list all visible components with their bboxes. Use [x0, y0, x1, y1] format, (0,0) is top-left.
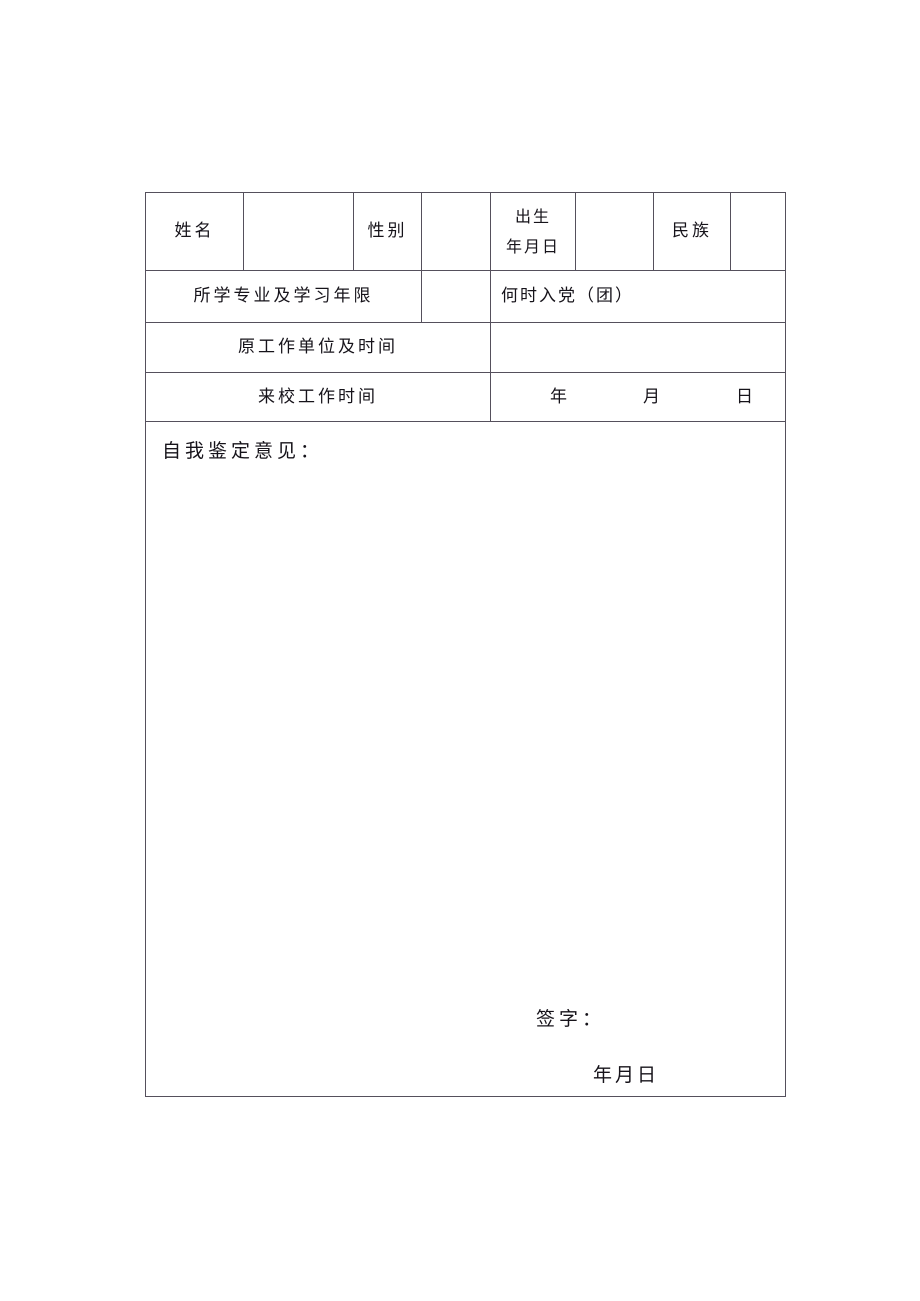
cell-name-label: 姓名 — [145, 192, 244, 271]
self-evaluation-form-table: 姓名 性别 出生 年月日 民族 所学专业及学习年限 何时入党（团） 原工作单位及… — [145, 192, 786, 1097]
table-row-identity: 姓名 性别 出生 年月日 民族 — [145, 192, 786, 271]
field-major-value[interactable] — [421, 270, 491, 323]
field-start-date-value[interactable]: 年 月 日 — [490, 372, 786, 422]
document-page: 姓名 性别 出生 年月日 民族 所学专业及学习年限 何时入党（团） 原工作单位及… — [0, 0, 920, 1301]
field-name-value[interactable] — [243, 192, 354, 271]
label-ethnicity: 民族 — [672, 221, 712, 242]
date-token-year: 年 — [550, 386, 569, 407]
field-birthdate-value[interactable] — [575, 192, 654, 271]
self-evaluation-memo-area[interactable]: 自我鉴定意见： 签字： 年月日 — [146, 422, 785, 1096]
signature-label: 签字： — [536, 1008, 606, 1030]
label-gender: 性别 — [367, 221, 408, 242]
cell-party-join-label[interactable]: 何时入党（团） — [490, 270, 786, 323]
label-previous-employer: 原工作单位及时间 — [238, 337, 398, 358]
label-birthdate: 出生 年月日 — [491, 202, 575, 261]
signature-date-label: 年月日 — [593, 1064, 660, 1086]
label-name: 姓名 — [174, 221, 215, 242]
table-row-start-date: 来校工作时间 年 月 日 — [145, 372, 786, 422]
label-major: 所学专业及学习年限 — [193, 286, 374, 307]
label-birthdate-line2: 年月日 — [505, 236, 560, 256]
cell-gender-label: 性别 — [353, 192, 422, 271]
field-ethnicity-value[interactable] — [730, 192, 786, 271]
field-previous-employer-value[interactable] — [490, 322, 786, 373]
cell-self-evaluation[interactable]: 自我鉴定意见： 签字： 年月日 — [145, 421, 786, 1097]
cell-major-label: 所学专业及学习年限 — [145, 270, 422, 323]
cell-ethnicity-label: 民族 — [653, 192, 731, 271]
label-birthdate-line1: 出生 — [514, 206, 551, 226]
label-start-date: 来校工作时间 — [258, 386, 378, 407]
date-token-day: 日 — [736, 386, 755, 407]
cell-previous-employer-label: 原工作单位及时间 — [145, 322, 491, 373]
table-row-previous-employer: 原工作单位及时间 — [145, 322, 786, 373]
field-gender-value[interactable] — [421, 192, 491, 271]
date-token-group: 年 月 日 — [491, 385, 785, 410]
label-party-join: 何时入党（团） — [501, 286, 634, 307]
date-token-month: 月 — [643, 386, 662, 407]
table-row-major-party: 所学专业及学习年限 何时入党（团） — [145, 270, 786, 323]
cell-birthdate-label: 出生 年月日 — [490, 192, 576, 271]
self-evaluation-title: 自我鉴定意见： — [162, 440, 324, 462]
table-row-self-evaluation: 自我鉴定意见： 签字： 年月日 — [145, 421, 786, 1097]
cell-start-date-label: 来校工作时间 — [145, 372, 491, 422]
